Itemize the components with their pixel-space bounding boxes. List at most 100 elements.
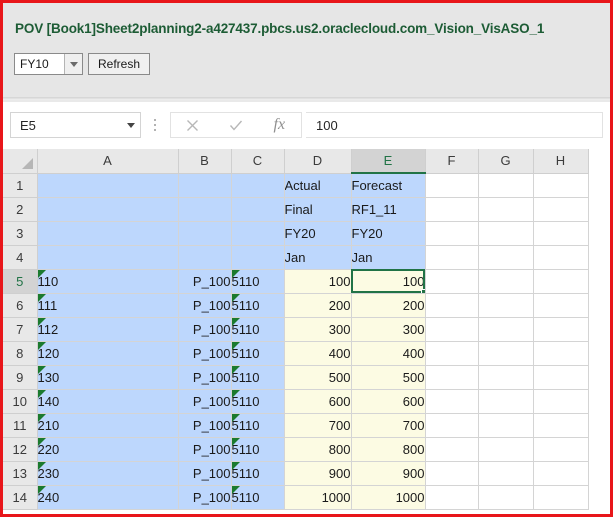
cell-H9[interactable] bbox=[532, 364, 589, 390]
cell-F13[interactable] bbox=[424, 460, 479, 486]
cell-B6[interactable]: P_100 bbox=[177, 292, 232, 318]
cell-A12[interactable]: 220 bbox=[36, 436, 179, 462]
row-header-6[interactable]: 6 bbox=[3, 292, 38, 318]
cell-D6[interactable]: 200 bbox=[283, 292, 352, 318]
column-header-c[interactable]: C bbox=[230, 149, 285, 174]
check-icon[interactable] bbox=[214, 113, 257, 137]
cell-G13[interactable] bbox=[477, 460, 534, 486]
cell-B12[interactable]: P_100 bbox=[177, 436, 232, 462]
cell-E5[interactable]: 100 bbox=[350, 268, 426, 294]
chevron-down-icon[interactable] bbox=[122, 123, 140, 128]
row-header-4[interactable]: 4 bbox=[3, 244, 38, 270]
cell-C5[interactable]: 5110 bbox=[230, 268, 285, 294]
cell-G6[interactable] bbox=[477, 292, 534, 318]
cell-H10[interactable] bbox=[532, 388, 589, 414]
cell-C11[interactable]: 5110 bbox=[230, 412, 285, 438]
cell-H13[interactable] bbox=[532, 460, 589, 486]
cell-F9[interactable] bbox=[424, 364, 479, 390]
formula-input[interactable]: 100 bbox=[306, 112, 603, 138]
cell-A2[interactable] bbox=[36, 196, 179, 222]
cell-E11[interactable]: 700 bbox=[350, 412, 426, 438]
cell-C1[interactable] bbox=[230, 172, 285, 198]
row-header-2[interactable]: 2 bbox=[3, 196, 38, 222]
cell-C4[interactable] bbox=[230, 244, 285, 270]
cell-B10[interactable]: P_100 bbox=[177, 388, 232, 414]
chevron-down-icon[interactable] bbox=[64, 54, 82, 74]
cell-F11[interactable] bbox=[424, 412, 479, 438]
cell-H1[interactable] bbox=[532, 172, 589, 198]
cell-C3[interactable] bbox=[230, 220, 285, 246]
column-header-b[interactable]: B bbox=[177, 149, 232, 174]
cell-A10[interactable]: 140 bbox=[36, 388, 179, 414]
cell-F2[interactable] bbox=[424, 196, 479, 222]
pov-dimension-combo[interactable]: FY10 bbox=[14, 53, 83, 75]
formula-bar-drag-handle[interactable] bbox=[151, 116, 159, 134]
cell-A3[interactable] bbox=[36, 220, 179, 246]
select-all-corner[interactable] bbox=[3, 149, 38, 174]
cell-B8[interactable]: P_100 bbox=[177, 340, 232, 366]
cell-C13[interactable]: 5110 bbox=[230, 460, 285, 486]
cell-G4[interactable] bbox=[477, 244, 534, 270]
cell-H14[interactable] bbox=[532, 484, 589, 510]
cell-F6[interactable] bbox=[424, 292, 479, 318]
column-header-f[interactable]: F bbox=[424, 149, 479, 174]
cell-A7[interactable]: 112 bbox=[36, 316, 179, 342]
cell-D5[interactable]: 100 bbox=[283, 268, 352, 294]
cell-C6[interactable]: 5110 bbox=[230, 292, 285, 318]
cell-H4[interactable] bbox=[532, 244, 589, 270]
cell-D10[interactable]: 600 bbox=[283, 388, 352, 414]
spreadsheet-grid[interactable]: ABCDEFGH 1 Actual Forecast 2 Final RF1_11 3 FY2… bbox=[3, 149, 610, 514]
cell-G7[interactable] bbox=[477, 316, 534, 342]
cell-H7[interactable] bbox=[532, 316, 589, 342]
cell-D2[interactable]: Final bbox=[283, 196, 352, 222]
column-header-g[interactable]: G bbox=[477, 149, 534, 174]
cell-E2[interactable]: RF1_11 bbox=[350, 196, 426, 222]
cell-E10[interactable]: 600 bbox=[350, 388, 426, 414]
cell-F4[interactable] bbox=[424, 244, 479, 270]
cell-B7[interactable]: P_100 bbox=[177, 316, 232, 342]
cell-G14[interactable] bbox=[477, 484, 534, 510]
cell-C7[interactable]: 5110 bbox=[230, 316, 285, 342]
cell-B4[interactable] bbox=[177, 244, 232, 270]
row-header-5[interactable]: 5 bbox=[3, 268, 38, 294]
cell-E12[interactable]: 800 bbox=[350, 436, 426, 462]
cell-B3[interactable] bbox=[177, 220, 232, 246]
row-header-3[interactable]: 3 bbox=[3, 220, 38, 246]
cell-B11[interactable]: P_100 bbox=[177, 412, 232, 438]
cell-D3[interactable]: FY20 bbox=[283, 220, 352, 246]
cell-G1[interactable] bbox=[477, 172, 534, 198]
cell-A6[interactable]: 111 bbox=[36, 292, 179, 318]
cell-C14[interactable]: 5110 bbox=[230, 484, 285, 510]
row-header-1[interactable]: 1 bbox=[3, 172, 38, 198]
row-header-14[interactable]: 14 bbox=[3, 484, 38, 510]
cell-H12[interactable] bbox=[532, 436, 589, 462]
cell-G9[interactable] bbox=[477, 364, 534, 390]
cell-E13[interactable]: 900 bbox=[350, 460, 426, 486]
cell-D13[interactable]: 900 bbox=[283, 460, 352, 486]
cell-A4[interactable] bbox=[36, 244, 179, 270]
cell-C8[interactable]: 5110 bbox=[230, 340, 285, 366]
cell-F7[interactable] bbox=[424, 316, 479, 342]
cell-D8[interactable]: 400 bbox=[283, 340, 352, 366]
cell-H2[interactable] bbox=[532, 196, 589, 222]
cell-E1[interactable]: Forecast bbox=[350, 172, 426, 198]
cell-D1[interactable]: Actual bbox=[283, 172, 352, 198]
row-header-7[interactable]: 7 bbox=[3, 316, 38, 342]
cell-A9[interactable]: 130 bbox=[36, 364, 179, 390]
cell-C10[interactable]: 5110 bbox=[230, 388, 285, 414]
cell-F10[interactable] bbox=[424, 388, 479, 414]
close-icon[interactable] bbox=[171, 113, 214, 137]
cell-H3[interactable] bbox=[532, 220, 589, 246]
cell-B13[interactable]: P_100 bbox=[177, 460, 232, 486]
cell-F5[interactable] bbox=[424, 268, 479, 294]
cell-A5[interactable]: 110 bbox=[36, 268, 179, 294]
cell-A1[interactable] bbox=[36, 172, 179, 198]
cell-D11[interactable]: 700 bbox=[283, 412, 352, 438]
column-header-a[interactable]: A bbox=[36, 149, 179, 174]
row-header-11[interactable]: 11 bbox=[3, 412, 38, 438]
fx-icon[interactable]: fx bbox=[258, 113, 301, 137]
cell-D12[interactable]: 800 bbox=[283, 436, 352, 462]
cell-B9[interactable]: P_100 bbox=[177, 364, 232, 390]
cell-G10[interactable] bbox=[477, 388, 534, 414]
cell-A14[interactable]: 240 bbox=[36, 484, 179, 510]
